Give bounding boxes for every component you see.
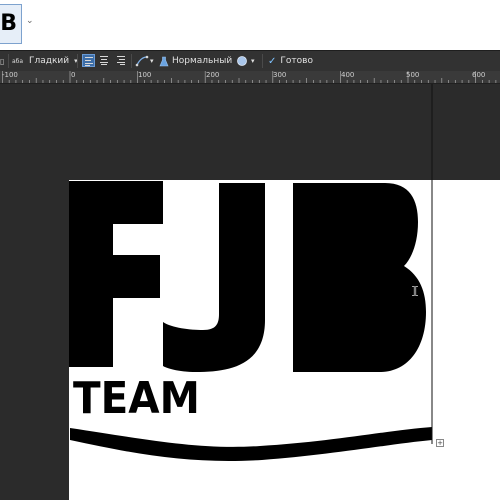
logo-swoosh xyxy=(70,427,432,461)
logo-subtitle-team[interactable]: TEAM xyxy=(73,377,200,421)
logo-letter-b xyxy=(293,183,426,372)
ibeam-cursor-icon xyxy=(412,285,418,297)
logo-letter-j xyxy=(163,183,265,372)
logo-letter-f xyxy=(69,181,163,367)
fjb-logo-artwork[interactable] xyxy=(0,0,500,500)
resize-handle-icon[interactable]: + xyxy=(436,439,444,447)
